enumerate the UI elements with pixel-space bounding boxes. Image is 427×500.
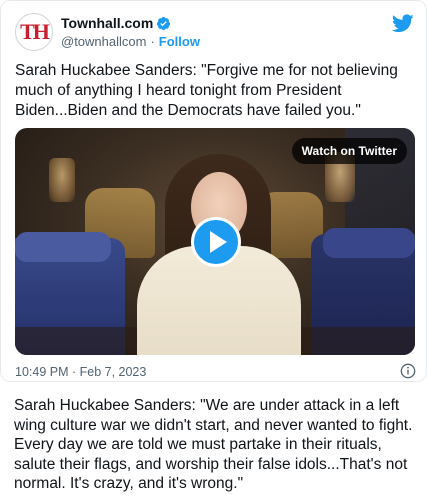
display-name[interactable]: Townhall.com [61, 15, 153, 31]
handle-row: @townhallcom · Follow [61, 34, 200, 49]
article-caption: Sarah Huckabee Sanders: "We are under at… [14, 397, 413, 492]
sofa-left-cushion [15, 232, 111, 262]
tweet-embed-card: TH Townhall.com @townhallcom · Follow Sa… [0, 0, 427, 382]
user-name-row: Townhall.com [61, 15, 171, 31]
avatar[interactable]: TH [15, 13, 53, 51]
user-handle[interactable]: @townhallcom [61, 34, 146, 49]
tweet-timestamp[interactable]: 10:49 PM · Feb 7, 2023 [15, 365, 146, 379]
verified-icon [157, 16, 171, 30]
separator-dot: · [150, 34, 155, 49]
info-icon[interactable] [400, 363, 416, 379]
tweet-text: Sarah Huckabee Sanders: "Forgive me for … [15, 62, 398, 119]
tweet-video[interactable]: Watch on Twitter [15, 128, 415, 355]
townhall-logo: TH [20, 19, 50, 44]
sofa-right-cushion [323, 228, 415, 258]
play-icon [210, 231, 227, 253]
twitter-bird-icon[interactable] [392, 14, 414, 33]
watch-on-twitter-badge[interactable]: Watch on Twitter [291, 138, 407, 164]
play-button[interactable] [191, 217, 241, 267]
background-lamp-left [49, 158, 75, 202]
follow-button[interactable]: Follow [159, 34, 200, 49]
